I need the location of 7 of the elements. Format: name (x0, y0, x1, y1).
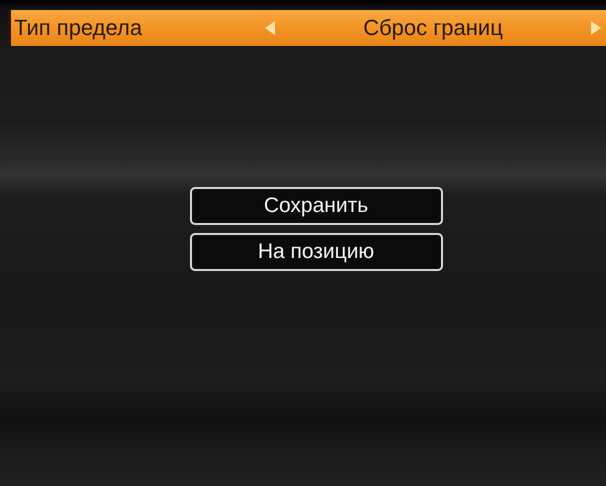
setting-bar[interactable]: Тип предела Сброс границ (8, 10, 606, 46)
right-arrow-icon[interactable] (590, 20, 602, 36)
menu-button[interactable]: На позицию (190, 233, 442, 271)
setting-label: Тип предела (13, 15, 144, 41)
menu-button[interactable]: Сохранить (190, 187, 442, 225)
setting-value: Сброс границ (362, 15, 504, 41)
left-arrow-icon[interactable] (264, 20, 276, 36)
